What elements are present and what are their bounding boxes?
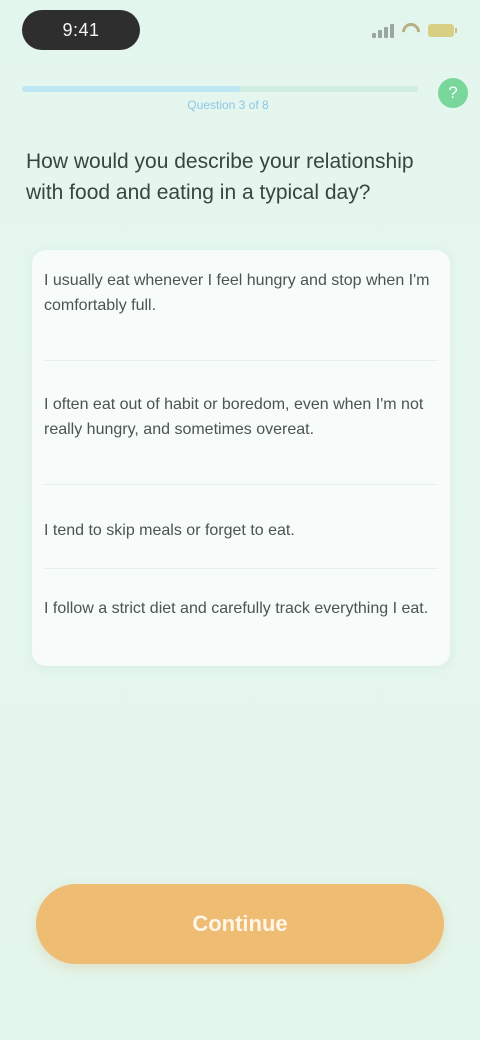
- continue-button[interactable]: Continue: [36, 884, 444, 964]
- answer-option[interactable]: I follow a strict diet and carefully tra…: [44, 596, 438, 621]
- quiz-header: Question 3 of 8 ?: [22, 72, 470, 112]
- divider: [44, 568, 438, 569]
- divider: [44, 484, 438, 485]
- answer-option[interactable]: I tend to skip meals or forget to eat.: [44, 518, 438, 543]
- step-counter: Question 3 of 8: [187, 98, 269, 112]
- divider: [44, 360, 438, 361]
- wifi-icon: [402, 23, 420, 37]
- signal-icon: [372, 22, 394, 38]
- options-card: I usually eat whenever I feel hungry and…: [32, 250, 450, 666]
- progress-bar-fill: [22, 86, 240, 92]
- answer-option[interactable]: I often eat out of habit or boredom, eve…: [44, 392, 438, 442]
- question-text: How would you describe your relationship…: [26, 150, 414, 204]
- status-icons: [372, 18, 457, 42]
- help-button[interactable]: ?: [438, 78, 468, 108]
- answer-option[interactable]: I usually eat whenever I feel hungry and…: [44, 268, 438, 318]
- status-bar: 9:41: [0, 0, 480, 64]
- battery-icon: [428, 23, 457, 37]
- status-time: 9:41: [22, 10, 140, 50]
- help-icon: ?: [448, 83, 458, 102]
- progress-bar: [22, 86, 418, 92]
